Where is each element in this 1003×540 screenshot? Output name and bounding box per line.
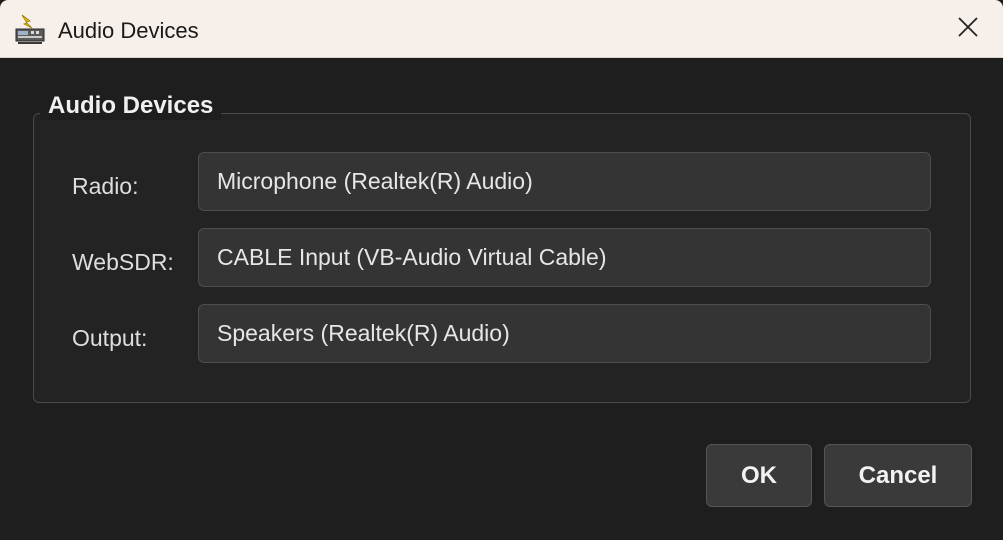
- websdr-device-select[interactable]: CABLE Input (VB-Audio Virtual Cable): [198, 228, 931, 287]
- radio-device-select[interactable]: Microphone (Realtek(R) Audio): [198, 152, 931, 211]
- app-radio-icon: [14, 13, 48, 47]
- cancel-button[interactable]: Cancel: [824, 444, 972, 507]
- audio-devices-dialog: Audio Devices Audio Devices Radio: Micro…: [0, 0, 1003, 540]
- ok-button[interactable]: OK: [706, 444, 812, 507]
- groupbox-title: Audio Devices: [40, 92, 222, 120]
- output-device-select[interactable]: Speakers (Realtek(R) Audio): [198, 304, 931, 363]
- dialog-content: Audio Devices Radio: Microphone (Realtek…: [0, 58, 1003, 540]
- title-bar: Audio Devices: [0, 0, 1003, 58]
- window-title: Audio Devices: [58, 18, 199, 43]
- output-label: Output:: [72, 325, 148, 351]
- close-button[interactable]: [933, 0, 1003, 58]
- close-icon: [957, 16, 979, 43]
- radio-label: Radio:: [72, 173, 139, 199]
- websdr-label: WebSDR:: [72, 249, 174, 275]
